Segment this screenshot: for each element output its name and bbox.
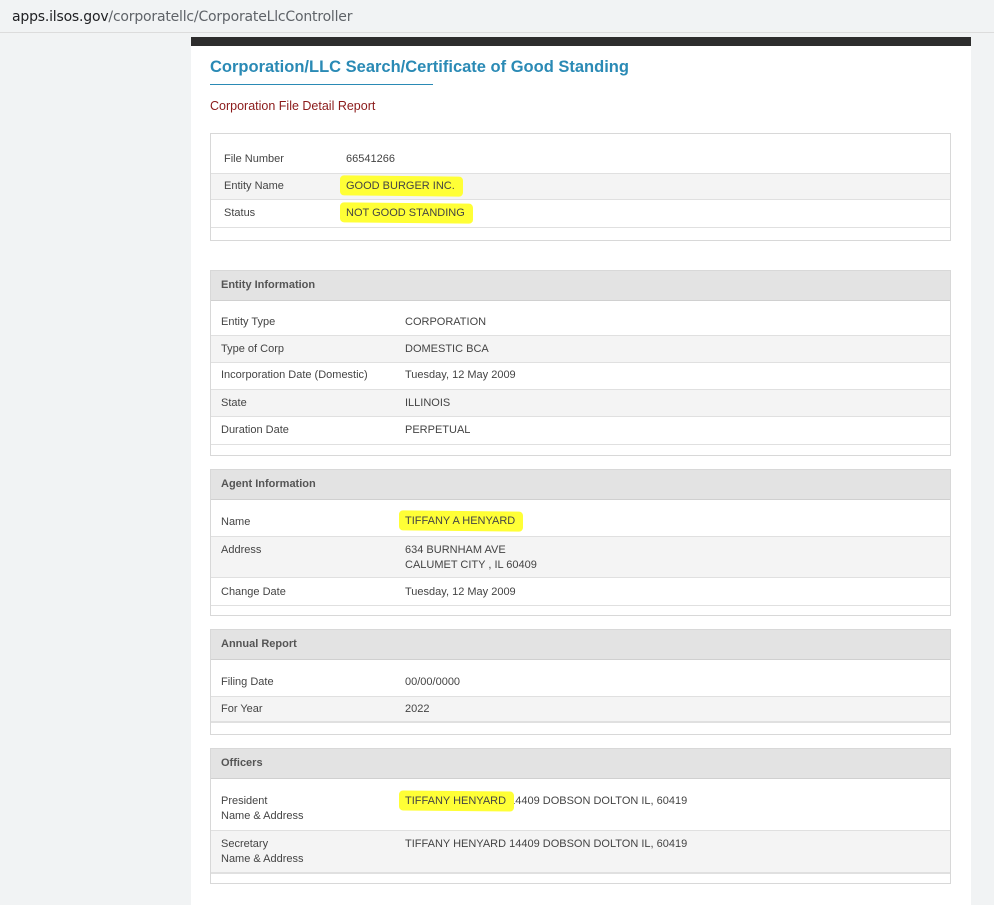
- row-value: Tuesday, 12 May 2009: [405, 586, 516, 598]
- row-value: DOMESTIC BCA: [405, 343, 489, 355]
- table-row: Change Date Tuesday, 12 May 2009: [211, 578, 950, 605]
- row-label: President: [221, 795, 268, 807]
- highlight-mark: TIFFANY A HENYARD: [405, 515, 516, 527]
- status-label: Status: [224, 207, 256, 219]
- table-row: President Name & Address TIFFANY HENYARD…: [211, 786, 950, 830]
- highlight-mark: GOOD BURGER INC.: [346, 180, 455, 192]
- url-path: /corporatellc/CorporateLlcController: [108, 9, 353, 25]
- file-number-value: 66541266: [346, 153, 395, 165]
- row-divider: [211, 227, 950, 228]
- summary-box: File Number 66541266 Entity Name GOOD BU…: [210, 133, 951, 241]
- row-divider: [211, 722, 950, 723]
- panel-heading: Officers: [211, 749, 950, 779]
- row-value: 00/00/0000: [405, 676, 461, 688]
- table-row: Filing Date 00/00/0000: [211, 667, 950, 696]
- highlight-mark: TIFFANY HENYARD: [405, 795, 507, 807]
- row-label: Name: [221, 516, 251, 528]
- officers-panel: Officers President Name & Address TIFFAN…: [210, 748, 951, 884]
- row-label: Name & Address: [221, 810, 304, 822]
- panel-heading: Entity Information: [211, 271, 950, 301]
- table-row: Address 634 BURNHAM AVE CALUMET CITY , I…: [211, 536, 950, 578]
- agent-name-value: TIFFANY A HENYARD: [405, 515, 515, 527]
- row-value: TIFFANY HENYARD 14409 DOBSON DOLTON IL, …: [405, 838, 688, 850]
- annual-report-panel: Annual Report Filing Date 00/00/0000 For…: [210, 629, 951, 735]
- row-value: PERPETUAL: [405, 424, 471, 436]
- report-subtitle: Corporation File Detail Report: [210, 99, 376, 113]
- entity-name-row: Entity Name GOOD BURGER INC.: [211, 173, 950, 200]
- table-row: For Year 2022: [211, 696, 950, 722]
- file-number-row: File Number 66541266: [211, 147, 950, 173]
- table-row: Type of Corp DOMESTIC BCA: [211, 335, 950, 363]
- row-label: Change Date: [221, 586, 286, 598]
- table-row: State ILLINOIS: [211, 389, 950, 417]
- row-label: Entity Type: [221, 316, 276, 328]
- row-divider: [211, 444, 950, 445]
- row-label: Incorporation Date (Domestic): [221, 369, 368, 381]
- table-row: Duration Date PERPETUAL: [211, 417, 950, 444]
- table-row: Name TIFFANY A HENYARD: [211, 507, 950, 536]
- table-row: Incorporation Date (Domestic) Tuesday, 1…: [211, 363, 950, 389]
- row-label: Type of Corp: [221, 343, 284, 355]
- file-number-label: File Number: [224, 153, 284, 165]
- highlight-mark: NOT GOOD STANDING: [346, 207, 465, 219]
- row-label: Name & Address: [221, 853, 304, 865]
- row-divider: [211, 873, 950, 874]
- row-label: Address: [221, 544, 262, 556]
- main-content: Corporation/LLC Search/Certificate of Go…: [191, 37, 971, 905]
- row-value: 634 BURNHAM AVE: [405, 544, 506, 556]
- row-label: Duration Date: [221, 424, 289, 436]
- row-label: Secretary: [221, 838, 269, 850]
- president-value: TIFFANY HENYARD 14409 DOBSON DOLTON IL, …: [405, 795, 688, 807]
- row-label: Filing Date: [221, 676, 274, 688]
- row-label: For Year: [221, 703, 263, 715]
- row-value: CALUMET CITY , IL 60409: [405, 559, 537, 571]
- top-dark-bar: [191, 37, 971, 46]
- url-host: apps.ilsos.gov: [12, 9, 109, 25]
- title-underline: [210, 84, 433, 85]
- url-text[interactable]: apps.ilsos.gov/corporatellc/CorporateLlc…: [12, 9, 352, 25]
- page-title: Corporation/LLC Search/Certificate of Go…: [210, 58, 629, 76]
- panel-heading: Agent Information: [211, 470, 950, 500]
- entity-information-panel: Entity Information Entity Type CORPORATI…: [210, 270, 951, 456]
- entity-name-label: Entity Name: [224, 180, 284, 192]
- panel-heading: Annual Report: [211, 630, 950, 660]
- table-row: Entity Type CORPORATION: [211, 308, 950, 335]
- row-value: 2022: [405, 703, 430, 715]
- status-row: Status NOT GOOD STANDING: [211, 200, 950, 227]
- row-label: State: [221, 397, 247, 409]
- table-row: Secretary Name & Address TIFFANY HENYARD…: [211, 830, 950, 873]
- row-divider: [211, 605, 950, 606]
- row-value: ILLINOIS: [405, 397, 451, 409]
- browser-address-bar[interactable]: apps.ilsos.gov/corporatellc/CorporateLlc…: [0, 0, 994, 33]
- status-value: NOT GOOD STANDING: [346, 207, 465, 219]
- row-value: CORPORATION: [405, 316, 487, 328]
- entity-name-value: GOOD BURGER INC.: [346, 180, 455, 192]
- row-value: Tuesday, 12 May 2009: [405, 369, 516, 381]
- agent-information-panel: Agent Information Name TIFFANY A HENYARD…: [210, 469, 951, 616]
